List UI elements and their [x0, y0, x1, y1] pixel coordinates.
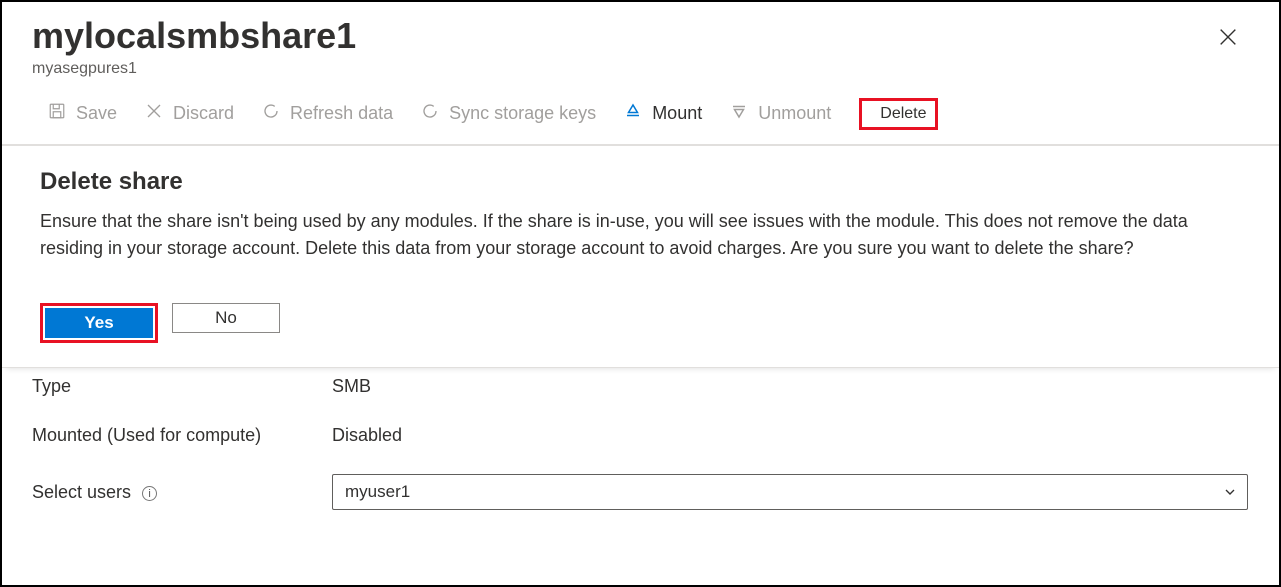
delete-button[interactable]: Delete	[859, 98, 937, 130]
info-icon[interactable]: i	[142, 486, 157, 501]
chevron-down-icon	[1222, 484, 1238, 500]
share-details: Type SMB Mounted (Used for compute) Disa…	[2, 372, 1279, 510]
save-icon	[48, 102, 66, 125]
select-users-value: myuser1	[345, 482, 410, 502]
mount-button[interactable]: Mount	[624, 102, 702, 125]
mounted-value: Disabled	[332, 425, 402, 446]
sync-label: Sync storage keys	[449, 103, 596, 124]
refresh-button[interactable]: Refresh data	[262, 102, 393, 125]
page-title: mylocalsmbshare1	[32, 16, 1279, 56]
refresh-icon	[262, 102, 280, 125]
delete-label: Delete	[880, 105, 926, 123]
select-users-label: Select users i	[32, 482, 332, 503]
sync-button[interactable]: Sync storage keys	[421, 102, 596, 125]
mounted-label: Mounted (Used for compute)	[32, 425, 332, 446]
dialog-title: Delete share	[40, 168, 1239, 196]
save-button[interactable]: Save	[48, 102, 117, 125]
type-label: Type	[32, 376, 332, 397]
dialog-body: Ensure that the share isn't being used b…	[40, 208, 1210, 264]
discard-label: Discard	[173, 103, 234, 124]
discard-button[interactable]: Discard	[145, 102, 234, 125]
refresh-label: Refresh data	[290, 103, 393, 124]
unmount-icon	[730, 102, 748, 125]
x-icon	[145, 102, 163, 125]
sync-icon	[421, 102, 439, 125]
unmount-label: Unmount	[758, 103, 831, 124]
no-button[interactable]: No	[172, 303, 280, 333]
command-bar: Save Discard Refresh data Sync storage k…	[2, 78, 1279, 146]
mount-label: Mount	[652, 103, 702, 124]
type-value: SMB	[332, 376, 371, 397]
close-icon[interactable]	[1217, 26, 1239, 48]
mount-icon	[624, 102, 642, 125]
delete-dialog: Delete share Ensure that the share isn't…	[2, 146, 1279, 369]
yes-button[interactable]: Yes	[45, 308, 153, 338]
unmount-button[interactable]: Unmount	[730, 102, 831, 125]
save-label: Save	[76, 103, 117, 124]
page-subtitle: myasegpures1	[32, 60, 1279, 78]
select-users-dropdown[interactable]: myuser1	[332, 474, 1248, 510]
